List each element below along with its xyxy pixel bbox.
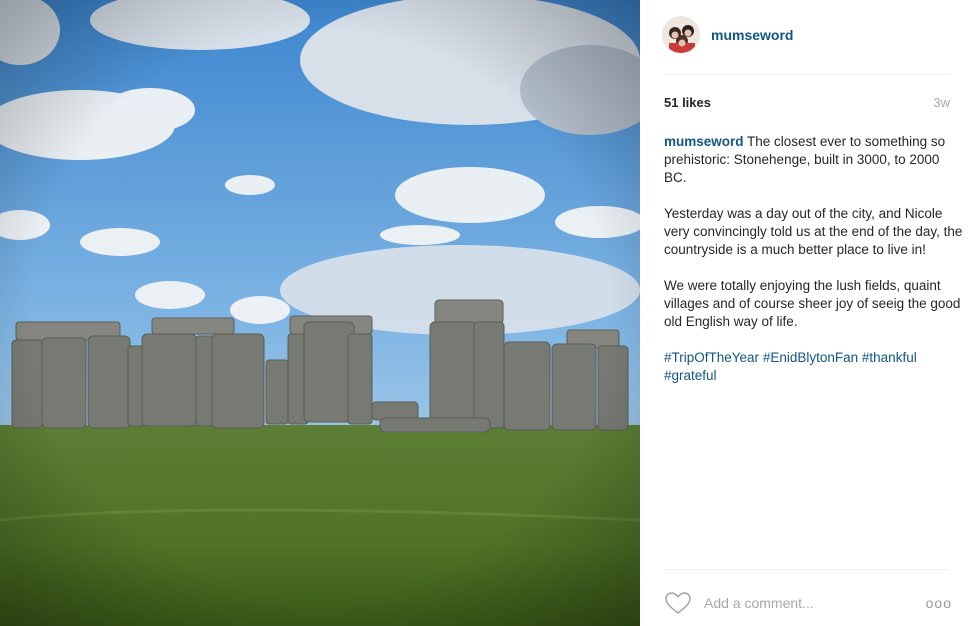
hashtag-link[interactable]: #thankful	[862, 350, 917, 365]
post-timestamp[interactable]: 3w	[933, 95, 950, 110]
caption-paragraph-2: Yesterday was a day out of the city, and…	[664, 206, 963, 257]
instagram-post-view: mumseword 51 likes 3w mumseword The clos…	[0, 0, 974, 626]
likes-row: 51 likes 3w	[664, 95, 950, 110]
post-photo[interactable]	[0, 0, 640, 626]
caption-username-link[interactable]: mumseword	[664, 134, 744, 149]
hashtag-link[interactable]: #EnidBlytonFan	[763, 350, 858, 365]
footer-divider	[664, 569, 950, 570]
caption-hashtags: #TripOfTheYear #EnidBlytonFan #thankful …	[664, 349, 964, 385]
caption-paragraph-3: We were totally enjoying the lush fields…	[664, 278, 961, 329]
caption-paragraph-1: mumseword The closest ever to something …	[664, 133, 964, 187]
avatar[interactable]	[662, 16, 700, 54]
post-header: mumseword	[662, 15, 793, 55]
comment-input[interactable]	[702, 594, 906, 612]
avatar-image	[663, 17, 699, 53]
username-link[interactable]: mumseword	[711, 27, 793, 43]
post-caption: mumseword The closest ever to something …	[664, 133, 964, 403]
heart-icon[interactable]	[664, 591, 692, 615]
stonehenge-photo	[0, 0, 640, 626]
likes-count[interactable]: 51 likes	[664, 95, 711, 110]
hashtag-link[interactable]: #grateful	[664, 368, 717, 383]
more-options-icon[interactable]: ooo	[926, 595, 952, 611]
hashtag-link[interactable]: #TripOfTheYear	[664, 350, 759, 365]
header-divider	[664, 74, 950, 75]
comment-bar: ooo	[664, 588, 952, 618]
post-details-panel: mumseword 51 likes 3w mumseword The clos…	[640, 0, 974, 626]
